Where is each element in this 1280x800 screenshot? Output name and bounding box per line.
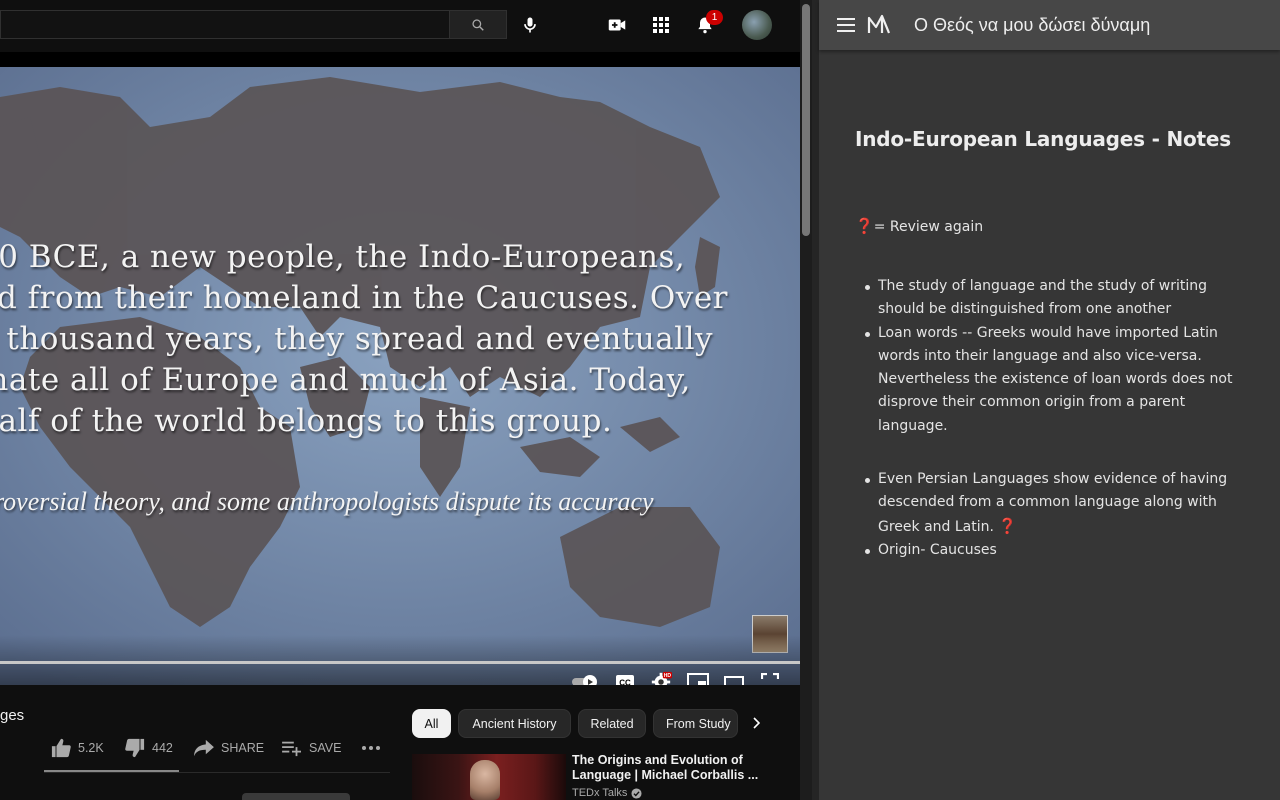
youtube-window: 1 00 BCE, a new people, the Indo-Europea… (0, 0, 812, 800)
subtitles-button[interactable]: CC (612, 671, 638, 685)
overlay-line: y thousand years, they spread and eventu… (0, 321, 714, 357)
chip-all[interactable]: All (412, 709, 451, 738)
below-video-area: ges 5.2K 442 SHARE SAVE All Ancient Hist… (0, 685, 800, 800)
hamburger-menu-icon (837, 18, 855, 32)
overlay-caption: roversial theory, and some anthropologis… (0, 487, 654, 516)
more-horizontal-icon (362, 746, 380, 750)
notes-toolbar: Ο Θεός να μου δώσει δύναμη (819, 0, 1280, 50)
menu-button[interactable] (835, 14, 857, 36)
apps-button[interactable] (649, 13, 673, 37)
progress-fill (0, 661, 800, 664)
scroll-hint (242, 793, 350, 800)
thumbs-down-icon (125, 738, 145, 758)
page-scrollbar[interactable] (800, 0, 812, 800)
like-button[interactable]: 5.2K (50, 737, 104, 759)
autoplay-toggle-icon (572, 675, 597, 685)
share-arrow-icon (194, 739, 214, 757)
microphone-icon (524, 17, 536, 33)
more-actions-button[interactable] (361, 737, 381, 759)
search-button[interactable] (449, 10, 507, 39)
chip-related[interactable]: Related (578, 709, 646, 738)
controls-gradient (0, 635, 800, 685)
gear-icon: HD (651, 671, 672, 685)
divider (44, 772, 390, 773)
apps-grid-icon (653, 17, 669, 33)
overlay-line: inate all of Europe and much of Asia. To… (0, 362, 691, 398)
notes-heading: Indo-European Languages - Notes (855, 127, 1231, 151)
recommendation-channel[interactable]: TEDx Talks (572, 787, 642, 799)
scrollbar-thumb[interactable] (802, 4, 810, 236)
overlay-line: 00 BCE, a new people, the Indo-Europeans… (0, 239, 686, 275)
dislike-count: 442 (152, 741, 173, 755)
list-item: Origin- Caucuses (855, 539, 1255, 562)
question-mark-icon: ❓ (855, 217, 874, 235)
settings-button[interactable]: HD (648, 671, 674, 685)
create-button[interactable] (605, 13, 629, 37)
save-label: SAVE (309, 741, 342, 755)
thumbnail-portrait (470, 760, 500, 800)
search-icon (472, 18, 484, 31)
review-legend: ❓= Review again (855, 217, 983, 235)
video-title: ges (0, 707, 25, 724)
notes-list: Even Persian Languages show evidence of … (855, 468, 1255, 562)
theater-mode-button[interactable] (721, 671, 747, 685)
overlay-line: nalf of the world belongs to this group. (0, 403, 613, 439)
window-divider[interactable] (812, 0, 819, 800)
svg-text:HD: HD (664, 673, 672, 679)
closed-captions-icon: CC (616, 675, 634, 685)
channel-name: TEDx Talks (572, 787, 628, 799)
overlay-line: ad from their homeland in the Caucuses. … (0, 280, 728, 316)
recommendation-title[interactable]: The Origins and Evolution of Language | … (572, 753, 768, 783)
autoplay-toggle[interactable] (571, 671, 599, 685)
theater-mode-icon (724, 676, 744, 685)
chip-from-study[interactable]: From Study (653, 709, 738, 738)
video-camera-icon (608, 19, 626, 31)
voice-search-button[interactable] (518, 13, 542, 37)
search-input[interactable] (0, 10, 449, 39)
list-item: The study of language and the study of w… (855, 275, 1255, 322)
like-count: 5.2K (78, 741, 104, 755)
save-button[interactable]: SAVE (281, 737, 341, 759)
video-frame[interactable]: 00 BCE, a new people, the Indo-Europeans… (0, 67, 800, 685)
filter-chips: All Ancient History Related From Study (412, 709, 772, 738)
chip-ancient-history[interactable]: Ancient History (458, 709, 571, 738)
legend-text: = Review again (873, 219, 984, 235)
notes-window: Ο Θεός να μου δώσει δύναμη Indo-European… (819, 0, 1280, 800)
list-item-text: Even Persian Languages show evidence of … (878, 471, 1228, 535)
verified-check-icon (631, 787, 642, 799)
miniplayer-icon (687, 673, 709, 685)
list-item: Even Persian Languages show evidence of … (855, 468, 1255, 539)
share-button[interactable]: SHARE (193, 737, 264, 759)
desktop: 1 00 BCE, a new people, the Indo-Europea… (0, 0, 1280, 800)
video-player[interactable]: 00 BCE, a new people, the Indo-Europeans… (0, 52, 800, 685)
chips-next-button[interactable] (748, 711, 764, 735)
app-logo-icon[interactable] (867, 13, 891, 37)
fullscreen-button[interactable] (757, 671, 783, 685)
add-to-playlist-icon (282, 741, 301, 757)
document-title[interactable]: Ο Θεός να μου δώσει δύναμη (914, 15, 1150, 36)
recommendation-thumbnail[interactable] (412, 754, 566, 800)
fullscreen-icon (761, 673, 779, 685)
list-item: Loan words -- Greeks would have imported… (855, 322, 1255, 438)
thumbs-up-icon (51, 738, 71, 758)
notification-badge: 1 (706, 10, 723, 25)
miniplayer-button[interactable] (685, 671, 711, 685)
share-label: SHARE (221, 741, 265, 755)
dislike-button[interactable]: 442 (124, 737, 173, 759)
progress-bar[interactable] (0, 661, 800, 664)
notes-list: The study of language and the study of w… (855, 275, 1255, 438)
question-mark-icon: ❓ (998, 516, 1018, 535)
list-item-text: Origin- Caucuses (878, 541, 997, 558)
youtube-header: 1 (0, 0, 800, 52)
chevron-right-icon (753, 717, 760, 729)
avatar[interactable] (742, 10, 772, 40)
